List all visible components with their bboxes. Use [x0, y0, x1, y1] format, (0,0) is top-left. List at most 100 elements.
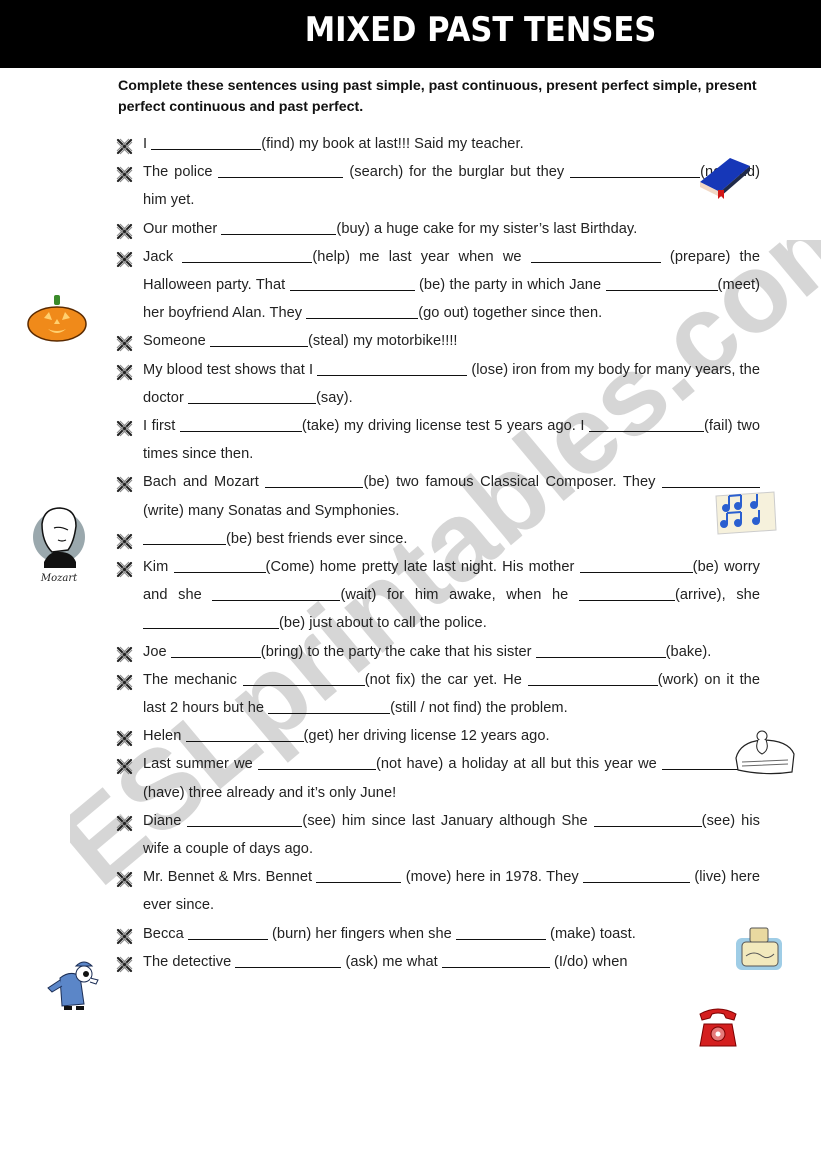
- sentence-text: Joe: [143, 643, 171, 660]
- answer-blank[interactable]: [209, 331, 308, 348]
- answer-blank[interactable]: [317, 360, 468, 376]
- answer-blank[interactable]: [605, 275, 718, 292]
- crossed-pens-bullet-icon: [116, 165, 133, 183]
- music-notes-icon: [715, 491, 777, 535]
- answer-blank[interactable]: [535, 642, 666, 658]
- sentence-text: Diane: [143, 812, 188, 829]
- answer-blank[interactable]: [661, 472, 760, 489]
- answer-blank[interactable]: [218, 162, 344, 179]
- exercise-item: Diane (see) him since last January altho…: [116, 807, 760, 863]
- exercise-item: Becca (burn) her fingers when she (make)…: [116, 920, 760, 948]
- answer-blank[interactable]: [187, 811, 303, 827]
- sentence-text: I: [143, 136, 152, 152]
- sentence-text: (search) for the burglar but they: [343, 164, 571, 181]
- sentence-text: Mr. Bennet & Mrs. Bennet: [143, 869, 317, 886]
- answer-blank[interactable]: [235, 952, 342, 968]
- sentence-text: Our mother: [143, 220, 222, 237]
- sentence-text: (write) many Sonatas and Symphonies.: [143, 502, 400, 519]
- detective-icon: [47, 961, 99, 1010]
- sentence-text: My blood test shows that I: [143, 361, 318, 378]
- exercise-item: The police (search) for the burglar but …: [116, 158, 760, 214]
- exercise-item: Last summer we (not have) a holiday at a…: [116, 750, 760, 806]
- answer-blank[interactable]: [151, 134, 262, 150]
- answer-blank[interactable]: [593, 811, 702, 827]
- sentence-text: (arrive), she: [674, 587, 761, 604]
- answer-blank[interactable]: [257, 754, 376, 771]
- answer-blank[interactable]: [187, 924, 268, 940]
- answer-blank[interactable]: [588, 416, 704, 433]
- crossed-pens-bullet-icon: [116, 334, 133, 352]
- crossed-pens-bullet-icon: [116, 955, 133, 973]
- sentence-text: (be) just about to call the police.: [279, 615, 487, 632]
- sentence-text: (move) here in 1978. They: [401, 869, 584, 886]
- crossed-pens-bullet-icon: [116, 363, 133, 380]
- sentence-text: Jack: [143, 248, 183, 265]
- answer-blank[interactable]: [455, 924, 546, 940]
- sentence-text: I first: [143, 418, 180, 435]
- exercise-item: Jack (help) me last year when we (prepar…: [116, 243, 760, 328]
- sentence-text: (be) two famous Classical Composer. They: [363, 474, 662, 491]
- sentence-text: (help) me last year when we: [312, 248, 531, 265]
- exercise-item: Someone (steal) my motorbike!!!!: [116, 327, 760, 355]
- crossed-pens-bullet-icon: [116, 673, 133, 691]
- sentence-text: Kim: [143, 559, 174, 576]
- answer-blank[interactable]: [578, 585, 675, 602]
- answer-blank[interactable]: [530, 247, 661, 263]
- answer-blank[interactable]: [185, 726, 304, 743]
- sentence-text: (see) him since last January although Sh…: [302, 812, 594, 829]
- mozart-portrait: Mozart: [33, 507, 85, 584]
- answer-blank[interactable]: [187, 388, 316, 404]
- exercise-item: Our mother (buy) a huge cake for my sist…: [116, 215, 760, 243]
- answer-blank[interactable]: [570, 162, 701, 179]
- exercise-item: I (find) my book at last!!! Said my teac…: [116, 130, 760, 158]
- answer-blank[interactable]: [242, 670, 365, 686]
- mechanic-car-icon: [735, 730, 795, 775]
- crossed-pens-bullet-icon: [116, 137, 133, 155]
- crossed-pens-bullet-icon: [116, 814, 133, 832]
- answer-blank[interactable]: [579, 557, 693, 574]
- answer-blank[interactable]: [306, 303, 419, 320]
- exercise-item: The detective (ask) me what (I/do) when: [116, 948, 760, 976]
- red-telephone-icon: [699, 1008, 737, 1047]
- blue-book-icon: [700, 158, 750, 199]
- answer-blank[interactable]: [212, 585, 341, 602]
- sentence-text: (still / not find) the problem.: [390, 700, 568, 717]
- exercise-item: Joe (bring) to the party the cake that h…: [116, 638, 760, 666]
- answer-blank[interactable]: [143, 613, 279, 630]
- crossed-pens-bullet-icon: [116, 757, 133, 775]
- sentence-text: (steal) my motorbike!!!!: [307, 333, 458, 350]
- answer-blank[interactable]: [221, 219, 337, 235]
- answer-blank[interactable]: [527, 670, 658, 686]
- sentence-text: (say).: [315, 389, 353, 406]
- answer-blank[interactable]: [583, 867, 691, 884]
- crossed-pens-bullet-icon: [116, 475, 133, 493]
- toaster-icon: [736, 927, 782, 970]
- answer-blank[interactable]: [441, 952, 550, 968]
- sentence-text: (buy) a huge cake for my sister’s last B…: [336, 220, 638, 237]
- sentence-text: (I/do) when: [549, 953, 628, 970]
- sentence-text: (go out) together since then.: [418, 305, 603, 322]
- answer-blank[interactable]: [316, 867, 402, 884]
- sentence-text: (ask) me what: [341, 953, 442, 970]
- answer-blank[interactable]: [179, 416, 302, 433]
- sentence-text: Last summer we: [143, 756, 258, 773]
- instructions: Complete these sentences using past simp…: [118, 78, 757, 115]
- answer-blank[interactable]: [268, 698, 391, 715]
- answer-blank[interactable]: [289, 275, 415, 292]
- answer-blank[interactable]: [170, 642, 261, 658]
- crossed-pens-bullet-icon: [116, 927, 133, 945]
- answer-blank[interactable]: [182, 247, 313, 263]
- sentence-text: (find) my book at last!!! Said my teache…: [261, 136, 524, 152]
- answer-blank[interactable]: [143, 529, 226, 545]
- exercise-item: I first (take) my driving license test 5…: [116, 412, 760, 468]
- answer-blank[interactable]: [265, 472, 364, 489]
- crossed-pens-bullet-icon: [116, 645, 133, 663]
- answer-blank[interactable]: [173, 557, 266, 574]
- sentence-text: (get) her driving license 12 years ago.: [303, 728, 550, 745]
- crossed-pens-bullet-icon: [116, 870, 133, 888]
- worksheet-title: MIXED PAST TENSES: [304, 10, 657, 50]
- mozart-caption: Mozart: [40, 573, 78, 584]
- sentence-text: Someone: [143, 333, 210, 350]
- sentence-text: (wait) for him awake, when he: [340, 587, 579, 604]
- sentence-text: (bring) to the party the cake that his s…: [260, 643, 536, 660]
